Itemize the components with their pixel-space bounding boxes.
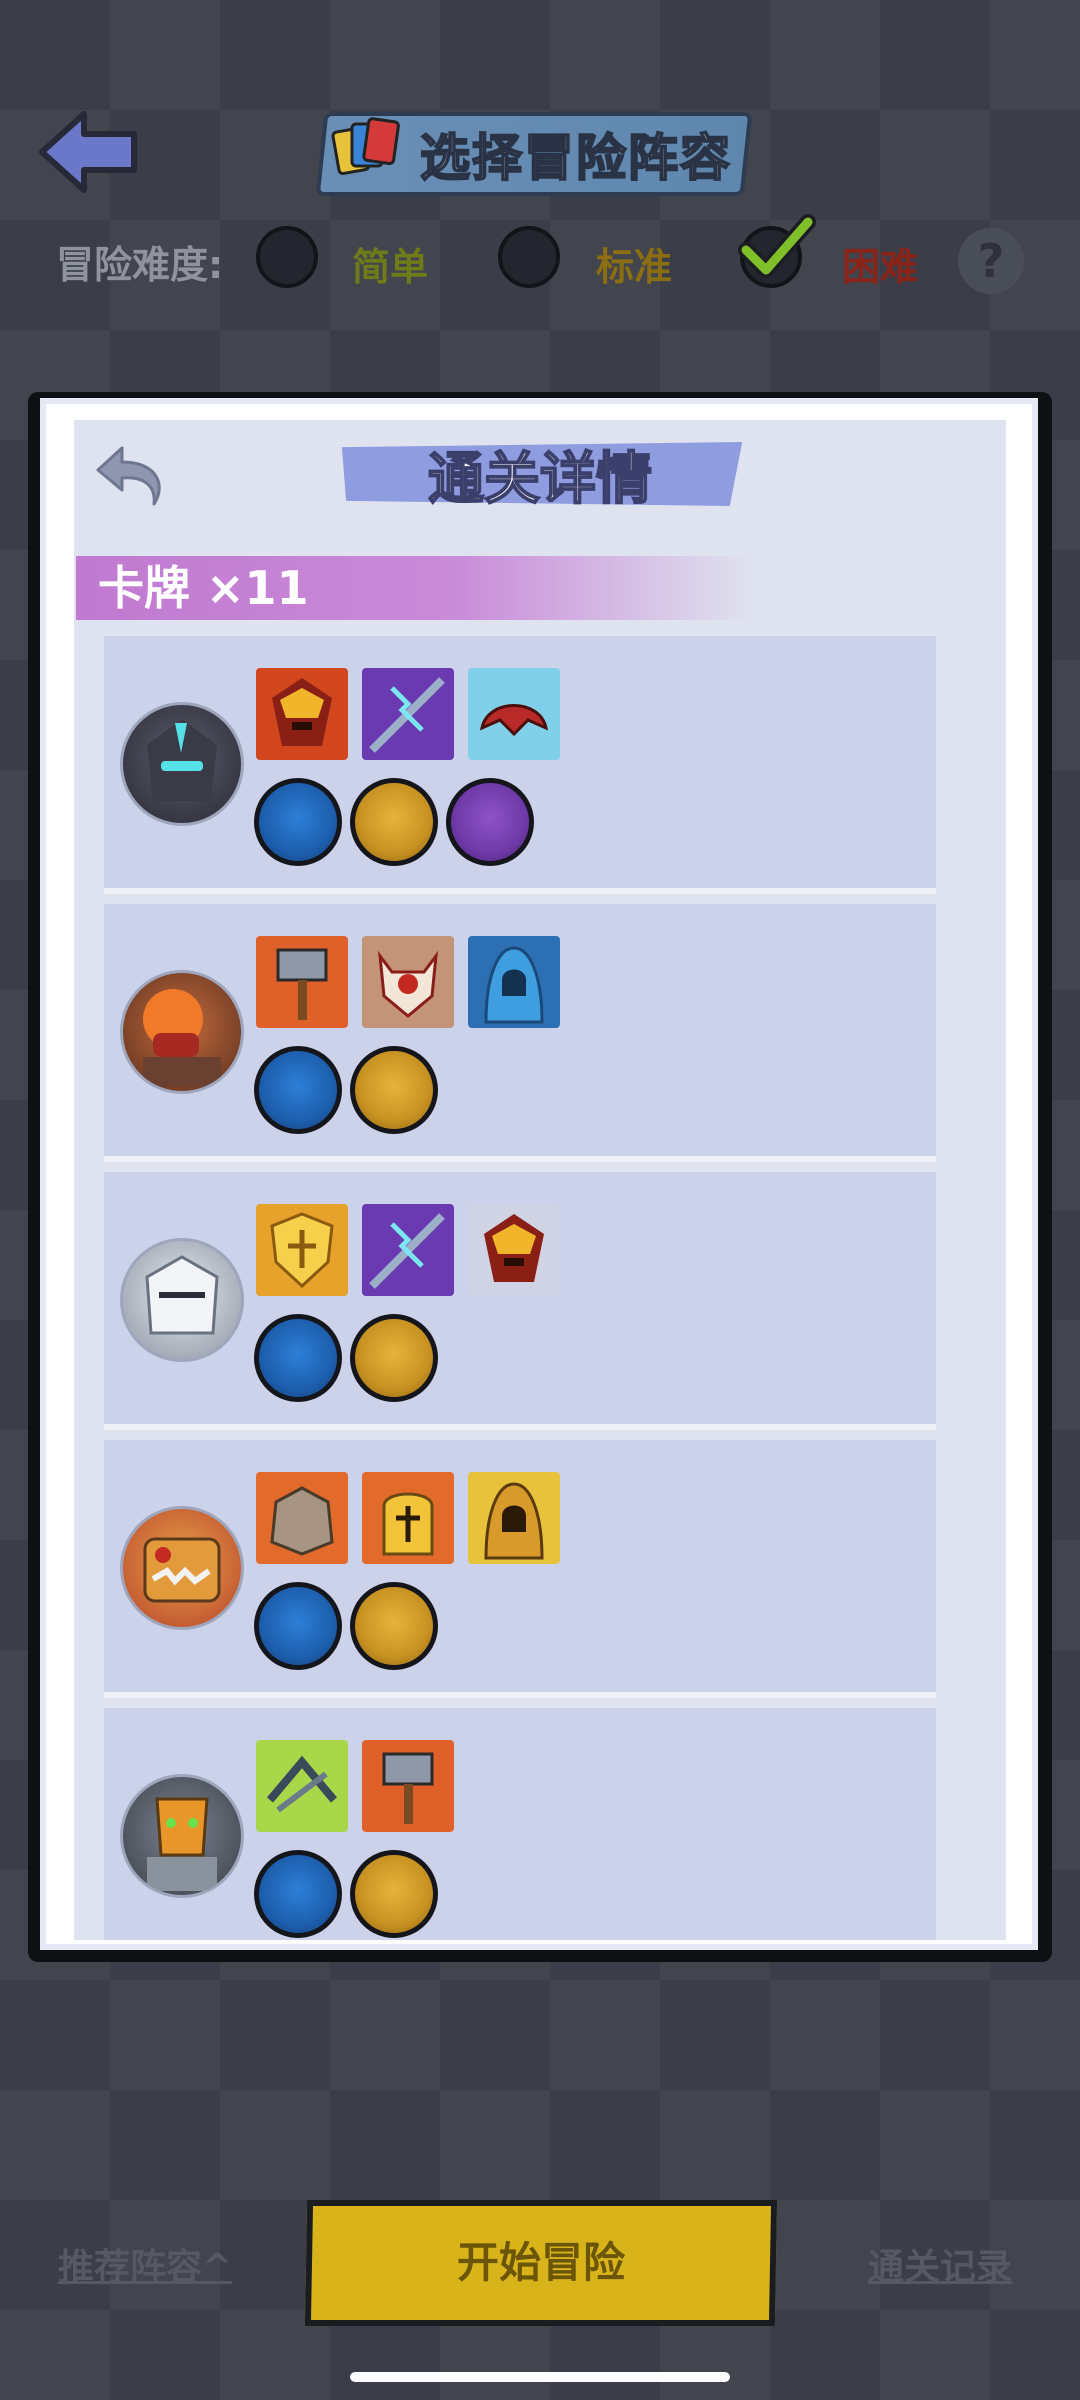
blue-gem: [254, 1046, 342, 1134]
hero-avatar-orange-hair: [120, 970, 244, 1094]
recommend-lineup-link[interactable]: 推荐阵容^: [58, 2238, 232, 2290]
gold-gem: [350, 1046, 438, 1134]
return-icon[interactable]: [92, 440, 172, 510]
difficulty-standard-radio[interactable]: [498, 226, 560, 288]
war-hammer-card: [256, 936, 348, 1028]
lightning-spear-card: [362, 1204, 454, 1296]
card-count: 卡牌 ×11: [98, 561, 309, 615]
flame-mask-card: [256, 668, 348, 760]
purple-gem: [446, 778, 534, 866]
blue-hood-card: [468, 936, 560, 1028]
difficulty-easy-label[interactable]: 简单: [352, 236, 428, 291]
stone-golem-card: [256, 1472, 348, 1564]
gold-hood-card: [468, 1472, 560, 1564]
lightning-spear-card: [362, 668, 454, 760]
cards-stack-icon: [331, 117, 400, 175]
golden-helmet-card: [362, 1472, 454, 1564]
difficulty-easy-radio[interactable]: [256, 226, 318, 288]
detail-title: 通关详情: [427, 446, 653, 513]
golden-shield-card: [256, 1204, 348, 1296]
help-icon[interactable]: ?: [958, 228, 1024, 294]
war-hammer-card: [362, 1740, 454, 1832]
blue-gem: [254, 778, 342, 866]
start-adventure-label[interactable]: 开始冒险: [306, 2200, 776, 2326]
gold-gem: [350, 1582, 438, 1670]
flame-mask-card: [468, 1204, 560, 1296]
back-arrow-icon[interactable]: [36, 108, 140, 196]
gold-gem: [350, 1314, 438, 1402]
blue-gem: [254, 1850, 342, 1938]
hero-avatar-robot-beast: [120, 1506, 244, 1630]
hero-avatar-white-armor: [120, 1238, 244, 1362]
hero-avatar-dark-knight: [120, 702, 244, 826]
crimson-claw-card: [468, 668, 560, 760]
gold-gem: [350, 1850, 438, 1938]
crossbow-card: [256, 1740, 348, 1832]
blue-gem: [254, 1314, 342, 1402]
blue-gem: [254, 1582, 342, 1670]
difficulty-label: 冒险难度:: [56, 243, 224, 287]
difficulty-hard-label[interactable]: 困难: [842, 236, 918, 291]
demon-skull-card: [362, 936, 454, 1028]
gold-gem: [350, 778, 438, 866]
page-title: 选择冒险阵容: [419, 128, 732, 188]
home-indicator[interactable]: [350, 2372, 730, 2382]
difficulty-standard-label[interactable]: 标准: [596, 236, 672, 291]
hero-avatar-mask-golem: [120, 1774, 244, 1898]
checkmark-icon: [738, 214, 816, 278]
clear-record-link[interactable]: 通关记录: [868, 2238, 1012, 2290]
